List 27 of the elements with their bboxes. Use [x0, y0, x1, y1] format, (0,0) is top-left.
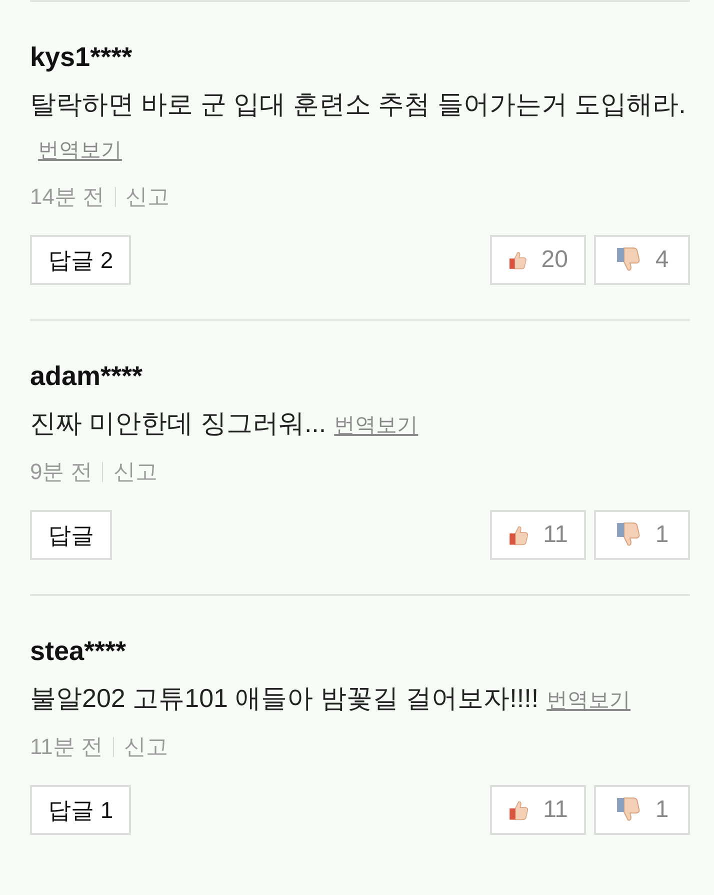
username: stea****: [30, 635, 126, 668]
thumbs-down-icon: [615, 522, 642, 548]
comment-text: 불알202 고튜101 애들아 밤꽃길 걸어보자!!!! 번역보기: [30, 682, 632, 715]
reply-button[interactable]: 답글 1: [30, 785, 132, 835]
report-link[interactable]: 신고: [113, 452, 158, 492]
like-button[interactable]: 11: [490, 785, 586, 835]
timestamp: 9분 전: [30, 458, 92, 486]
like-button[interactable]: 20: [490, 235, 586, 285]
timestamp: 11분 전: [30, 733, 103, 761]
dislike-button[interactable]: 1: [594, 510, 690, 560]
username: kys1****: [30, 41, 132, 74]
thumbs-down-icon: [615, 797, 642, 823]
reply-button[interactable]: 답글: [30, 510, 112, 560]
comment-text: 진짜 미안한데 징그러워... 번역보기: [30, 407, 420, 440]
timestamp: 14분 전: [30, 183, 105, 211]
username: adam****: [30, 360, 143, 393]
translate-link[interactable]: 번역보기: [38, 139, 122, 162]
dislike-button[interactable]: 4: [594, 235, 690, 285]
translate-link[interactable]: 번역보기: [334, 414, 418, 437]
dislike-button[interactable]: 1: [594, 785, 690, 835]
report-link[interactable]: 신고: [124, 727, 168, 767]
reply-button[interactable]: 답글 2: [30, 235, 132, 285]
translate-link[interactable]: 번역보기: [546, 689, 631, 712]
report-link[interactable]: 신고: [126, 177, 170, 217]
thumbs-down-icon: [615, 247, 642, 273]
like-button[interactable]: 11: [490, 510, 586, 560]
comment-text: 탈락하면 바로 군 입대 훈련소 추첨 들어가는거 도입해라. 번역보기: [30, 88, 687, 164]
